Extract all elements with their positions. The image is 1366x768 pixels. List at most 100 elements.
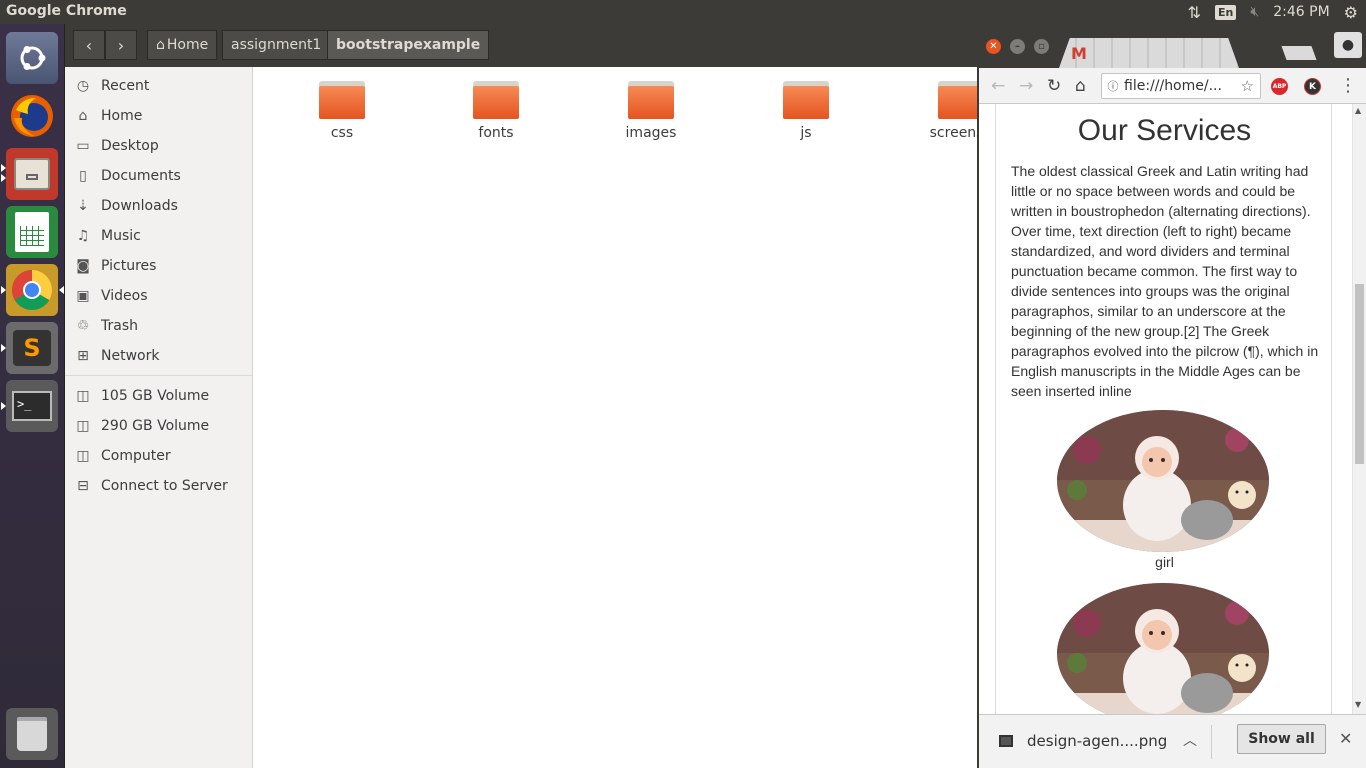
scroll-down-icon[interactable]: ▼ xyxy=(1355,700,1361,709)
forward-button[interactable]: › xyxy=(105,30,137,60)
folder-icon xyxy=(473,81,519,119)
chrome-window: ✕ – ▫ M ● ← → ↻ ⌂ ⓘ file:///home/... ☆ A… xyxy=(977,24,1366,768)
sidebar-item-pictures[interactable]: ◙ Pictures xyxy=(65,251,253,281)
drive-icon: ◫ xyxy=(76,418,90,434)
keyboard-layout-indicator[interactable]: En xyxy=(1215,4,1237,20)
clock[interactable]: 2:46 PM xyxy=(1273,4,1329,20)
firefox-icon xyxy=(11,95,53,137)
folder-icon: ▭ xyxy=(76,138,90,154)
profile-icon[interactable]: ● xyxy=(1334,32,1362,58)
network-arrows-icon[interactable]: ⇅ xyxy=(1188,3,1201,22)
active-pip xyxy=(1,402,6,410)
breadcrumb-assignment1[interactable]: assignment1 xyxy=(222,30,331,60)
indicator-area: ⇅ En 🔇︎ 2:46 PM ⚙ xyxy=(1188,0,1366,24)
terminal-icon: >_ xyxy=(12,391,52,421)
sidebar-item-desktop[interactable]: ▭ Desktop xyxy=(65,131,253,161)
gmail-icon[interactable]: M xyxy=(1071,44,1087,63)
download-shelf: design-agen....png ︿ Show all ✕ xyxy=(979,714,1366,768)
folder-js[interactable]: js xyxy=(751,81,861,141)
trash-icon: ♲ xyxy=(76,318,90,334)
chevron-up-icon[interactable]: ︿ xyxy=(1183,730,1197,750)
sidebar-item-label: Music xyxy=(101,228,141,244)
ubuntu-dash-button[interactable] xyxy=(6,32,58,84)
camera-icon: ◙ xyxy=(76,258,90,274)
maximize-window-button[interactable]: ▫ xyxy=(1034,39,1049,54)
folder-css[interactable]: css xyxy=(287,81,397,141)
reload-icon[interactable]: ↻ xyxy=(1047,76,1061,96)
sidebar-item-documents[interactable]: ▯ Documents xyxy=(65,161,253,191)
sidebar-item-trash[interactable]: ♲ Trash xyxy=(65,311,253,341)
breadcrumb-label: assignment1 xyxy=(231,37,322,53)
firefox-launcher[interactable] xyxy=(6,90,58,142)
file-cabinet-icon xyxy=(14,158,50,190)
breadcrumb-bootstrapexample[interactable]: bootstrapexample xyxy=(327,30,490,60)
back-button[interactable]: ‹ xyxy=(73,30,105,60)
new-tab-button[interactable] xyxy=(1281,46,1317,60)
ubuntu-logo-icon xyxy=(20,46,46,70)
download-item[interactable]: design-agen....png xyxy=(999,732,1167,750)
chrome-launcher[interactable] xyxy=(1,264,64,316)
close-icon[interactable]: ✕ xyxy=(1339,729,1352,748)
chrome-icon xyxy=(12,270,52,310)
close-window-button[interactable]: ✕ xyxy=(986,39,1001,54)
image-caption: girl xyxy=(1155,554,1174,570)
folder-label: fonts xyxy=(478,125,514,141)
sidebar-item-label: 105 GB Volume xyxy=(101,388,210,404)
sidebar-divider xyxy=(65,375,253,376)
breadcrumb-home[interactable]: ⌂ Home xyxy=(147,30,218,60)
sublime-launcher[interactable]: S xyxy=(1,322,58,374)
sidebar-item-connect-to-server[interactable]: ⊟ Connect to Server xyxy=(65,471,253,501)
minimize-window-button[interactable]: – xyxy=(1010,39,1025,54)
sidebar-item-label: Documents xyxy=(101,168,181,184)
sidebar-item-network[interactable]: ⊞ Network xyxy=(65,341,253,371)
files-launcher[interactable] xyxy=(1,148,58,200)
scroll-thumb[interactable] xyxy=(1355,284,1364,464)
girl-image xyxy=(1057,410,1269,552)
sidebar-item-recent[interactable]: ◷ Recent xyxy=(65,71,253,101)
bookmark-star-icon[interactable]: ☆ xyxy=(1241,77,1254,95)
folder-icon xyxy=(319,81,365,119)
chrome-toolbar: ← → ↻ ⌂ ⓘ file:///home/... ☆ ABP K ⋮ xyxy=(979,68,1366,104)
sidebar-item-105gb-volume[interactable]: ◫ 105 GB Volume xyxy=(65,381,253,411)
terminal-launcher[interactable]: >_ xyxy=(1,380,58,432)
volume-muted-icon[interactable]: 🔇︎ xyxy=(1250,4,1259,20)
calc-launcher[interactable] xyxy=(6,206,58,258)
folder-images[interactable]: images xyxy=(596,81,706,141)
forward-arrow-icon[interactable]: → xyxy=(1019,76,1033,96)
sidebar-item-label: Connect to Server xyxy=(101,478,228,494)
address-bar[interactable]: ⓘ file:///home/... ☆ xyxy=(1101,73,1261,99)
trash-launcher[interactable] xyxy=(6,708,58,760)
folder-icon xyxy=(783,81,829,119)
active-pip xyxy=(1,174,6,182)
page-scrollbar[interactable]: ▲ ▼ xyxy=(1352,104,1366,714)
download-filename[interactable]: design-agen....png xyxy=(1027,732,1167,750)
address-text[interactable]: file:///home/... xyxy=(1124,78,1222,94)
sidebar-item-music[interactable]: ♫ Music xyxy=(65,221,253,251)
app-title: Google Chrome xyxy=(6,3,127,19)
adblock-plus-icon[interactable]: ABP xyxy=(1271,78,1288,95)
home-icon[interactable]: ⌂ xyxy=(1075,76,1086,96)
scroll-up-icon[interactable]: ▲ xyxy=(1355,106,1361,115)
clock-icon: ◷ xyxy=(76,78,90,94)
sidebar-item-home[interactable]: ⌂ Home xyxy=(65,101,253,131)
back-arrow-icon[interactable]: ← xyxy=(991,76,1005,96)
gear-icon[interactable]: ⚙ xyxy=(1344,3,1358,22)
sidebar-item-videos[interactable]: ▣ Videos xyxy=(65,281,253,311)
chrome-menu-icon[interactable]: ⋮ xyxy=(1339,75,1357,96)
active-pip xyxy=(1,164,6,172)
network-icon: ⊞ xyxy=(77,348,89,364)
sidebar-item-computer[interactable]: ◫ Computer xyxy=(65,441,253,471)
info-icon[interactable]: ⓘ xyxy=(1102,78,1124,94)
launcher: S >_ xyxy=(0,24,65,768)
sidebar-item-downloads[interactable]: ⇣ Downloads xyxy=(65,191,253,221)
folder-label: js xyxy=(800,125,812,141)
sidebar-item-label: Videos xyxy=(101,288,148,304)
show-all-button[interactable]: Show all xyxy=(1237,724,1326,754)
k-extension-icon[interactable]: K xyxy=(1304,78,1321,95)
page-viewport: Our Services The oldest classical Greek … xyxy=(979,104,1352,714)
file-view: css fonts images js screensh xyxy=(253,67,992,768)
sidebar-item-290gb-volume[interactable]: ◫ 290 GB Volume xyxy=(65,411,253,441)
breadcrumb-label: Home xyxy=(166,37,209,53)
folder-fonts[interactable]: fonts xyxy=(441,81,551,141)
video-icon: ▣ xyxy=(76,288,90,304)
